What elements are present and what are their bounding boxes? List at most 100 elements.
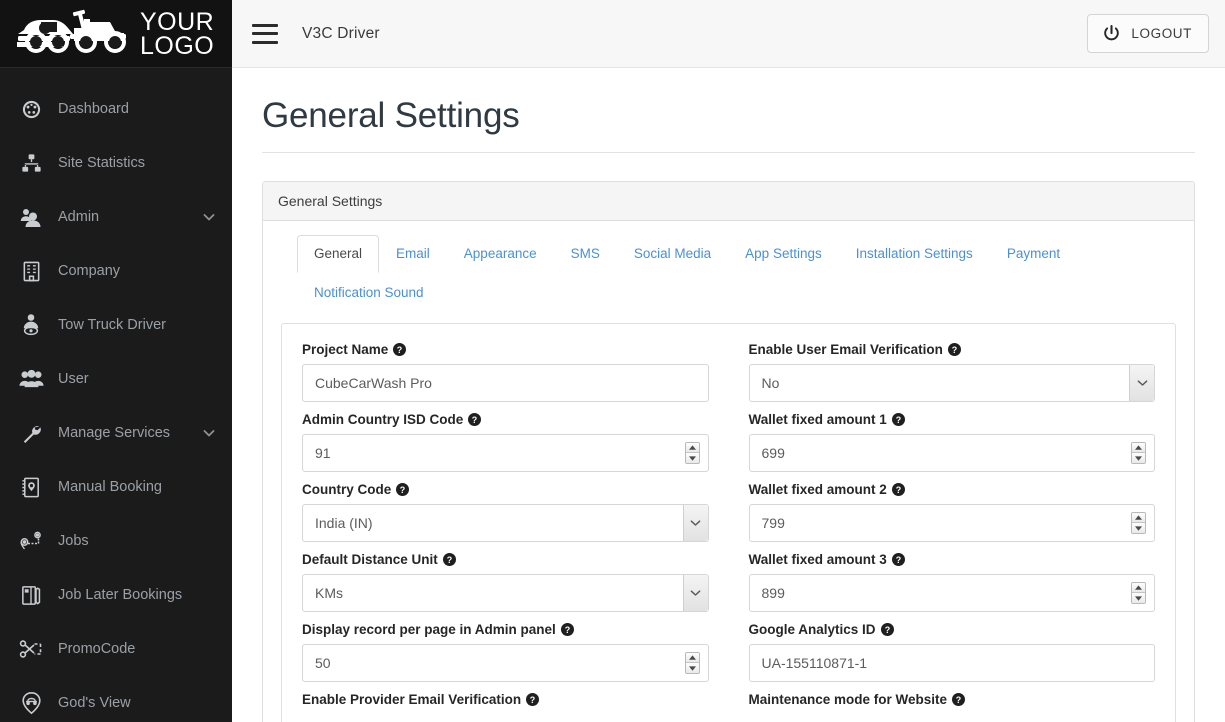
help-icon[interactable]: ?: [393, 343, 407, 356]
help-icon[interactable]: ?: [560, 623, 574, 636]
field-admin-country-isd-code: Admin Country ISD Code ?: [302, 412, 709, 472]
svg-text:?: ?: [400, 485, 405, 495]
svg-text:?: ?: [952, 345, 957, 355]
tab-general[interactable]: General: [297, 235, 380, 273]
input-wrapper: [748, 434, 1155, 472]
sidebar-item-jobs[interactable]: Jobs: [0, 514, 232, 568]
sidebar-item-admin[interactable]: Admin: [0, 190, 232, 244]
gods-view-car-pin-icon: [14, 688, 48, 718]
sidebar-item-company[interactable]: Company: [0, 244, 232, 298]
quantity-stepper[interactable]: [1131, 512, 1146, 534]
field-label: Project Name ?: [302, 342, 709, 357]
page-title: General Settings: [262, 68, 1195, 153]
sidebar-item-tow-truck-driver[interactable]: Tow Truck Driver: [0, 298, 232, 352]
help-icon[interactable]: ?: [468, 413, 482, 426]
stepper-up[interactable]: [685, 653, 699, 663]
enable-user-email-verification-select[interactable]: No: [748, 364, 1155, 402]
scissors-coupon-icon: [14, 634, 48, 664]
sidebar-item-promocode[interactable]: PromoCode: [0, 622, 232, 676]
logout-button[interactable]: LOGOUT: [1087, 14, 1209, 53]
wallet-fixed-amount-1-input[interactable]: [748, 434, 1155, 472]
quantity-stepper[interactable]: [684, 442, 700, 464]
tab-notification-sound[interactable]: Notification Sound: [297, 274, 441, 312]
help-icon[interactable]: ?: [891, 413, 905, 426]
display-record-per-page-input[interactable]: [302, 644, 709, 682]
field-maintenance-mode-for-website: Maintenance mode for Website ?: [749, 692, 1156, 707]
stepper-down[interactable]: [1132, 523, 1145, 533]
svg-text:?: ?: [447, 555, 452, 565]
driver-icon: [14, 310, 48, 340]
logout-label: LOGOUT: [1131, 26, 1192, 41]
country-code-select[interactable]: India (IN): [302, 504, 709, 542]
stepper-up[interactable]: [685, 443, 699, 453]
sidebar-item-manage-services[interactable]: Manage Services: [0, 406, 232, 460]
field-wallet-fixed-amount-1: Wallet fixed amount 1 ?: [748, 412, 1156, 472]
select-toggle[interactable]: [682, 575, 708, 611]
sidebar-item-label: PromoCode: [58, 641, 136, 657]
field-enable-provider-email-verification: Enable Provider Email Verification ?: [302, 692, 709, 707]
jobs-route-icon: [14, 526, 48, 556]
wallet-fixed-amount-3-input[interactable]: [748, 574, 1155, 612]
tab-app-settings[interactable]: App Settings: [728, 235, 839, 273]
tow-truck-icon: [17, 9, 126, 53]
field-label-text: Wallet fixed amount 3: [748, 552, 887, 567]
help-icon[interactable]: ?: [396, 483, 410, 496]
tab-sms[interactable]: SMS: [554, 235, 617, 273]
sidebar-item-manual-booking[interactable]: Manual Booking: [0, 460, 232, 514]
topbar: V3C Driver LOGOUT: [232, 0, 1225, 68]
sidebar-item-job-later-bookings[interactable]: Job Later Bookings: [0, 568, 232, 622]
input-wrapper: [302, 434, 709, 472]
help-icon[interactable]: ?: [947, 343, 961, 356]
stepper-up[interactable]: [1132, 583, 1145, 593]
field-label: Maintenance mode for Website ?: [749, 692, 1156, 707]
help-icon[interactable]: ?: [891, 553, 905, 566]
tab-social-media[interactable]: Social Media: [617, 235, 728, 273]
tab-installation-settings[interactable]: Installation Settings: [839, 235, 990, 273]
sidebar-item-label: Tow Truck Driver: [58, 317, 166, 333]
wrench-icon: [14, 418, 48, 448]
chevron-down-icon[interactable]: [202, 210, 216, 224]
stepper-down[interactable]: [685, 453, 699, 463]
sidebar-item-dashboard[interactable]: Dashboard: [0, 82, 232, 136]
field-label: Admin Country ISD Code ?: [302, 412, 709, 427]
field-display-record-per-page: Display record per page in Admin panel ?: [302, 622, 709, 682]
chevron-down-icon[interactable]: [202, 426, 216, 440]
tab-email[interactable]: Email: [379, 235, 447, 273]
stepper-up[interactable]: [1132, 443, 1145, 453]
booking-notebook-icon: [14, 472, 48, 502]
quantity-stepper[interactable]: [1131, 442, 1146, 464]
help-icon[interactable]: ?: [891, 483, 905, 496]
project-name-input[interactable]: [302, 364, 709, 402]
stepper-up[interactable]: [1132, 513, 1145, 523]
help-icon[interactable]: ?: [952, 693, 966, 706]
tab-appearance[interactable]: Appearance: [447, 235, 554, 273]
wallet-fixed-amount-2-input[interactable]: [748, 504, 1155, 542]
field-label-text: Maintenance mode for Website: [748, 692, 948, 707]
logo[interactable]: YOUR LOGO: [0, 0, 232, 68]
stepper-down[interactable]: [1132, 593, 1145, 603]
field-wallet-fixed-amount-2: Wallet fixed amount 2 ?: [748, 482, 1155, 542]
field-label: Wallet fixed amount 1 ?: [749, 412, 1156, 427]
stepper-down[interactable]: [685, 663, 699, 673]
select-toggle[interactable]: [682, 505, 708, 541]
sidebar-item-user[interactable]: User: [0, 352, 232, 406]
google-analytics-id-input[interactable]: [748, 644, 1155, 682]
hamburger-icon[interactable]: [252, 23, 278, 44]
stepper-down[interactable]: [1132, 453, 1145, 463]
sidebar-item-gods-view[interactable]: God's View: [0, 676, 232, 722]
sidebar-item-site-statistics[interactable]: Site Statistics: [0, 136, 232, 190]
admin-country-isd-code-input[interactable]: [302, 434, 709, 472]
building-icon: [14, 256, 48, 286]
field-label-text: Google Analytics ID: [748, 622, 876, 637]
users-group-icon: [14, 364, 48, 394]
input-wrapper: [302, 364, 709, 402]
field-label-text: Enable Provider Email Verification: [302, 692, 522, 707]
help-icon[interactable]: ?: [442, 553, 456, 566]
quantity-stepper[interactable]: [1131, 582, 1146, 604]
default-distance-unit-select[interactable]: KMs: [302, 574, 709, 612]
help-icon[interactable]: ?: [526, 693, 540, 706]
tab-payment[interactable]: Payment: [990, 235, 1077, 273]
quantity-stepper[interactable]: [684, 652, 700, 674]
select-toggle[interactable]: [1129, 365, 1154, 401]
help-icon[interactable]: ?: [880, 623, 894, 636]
